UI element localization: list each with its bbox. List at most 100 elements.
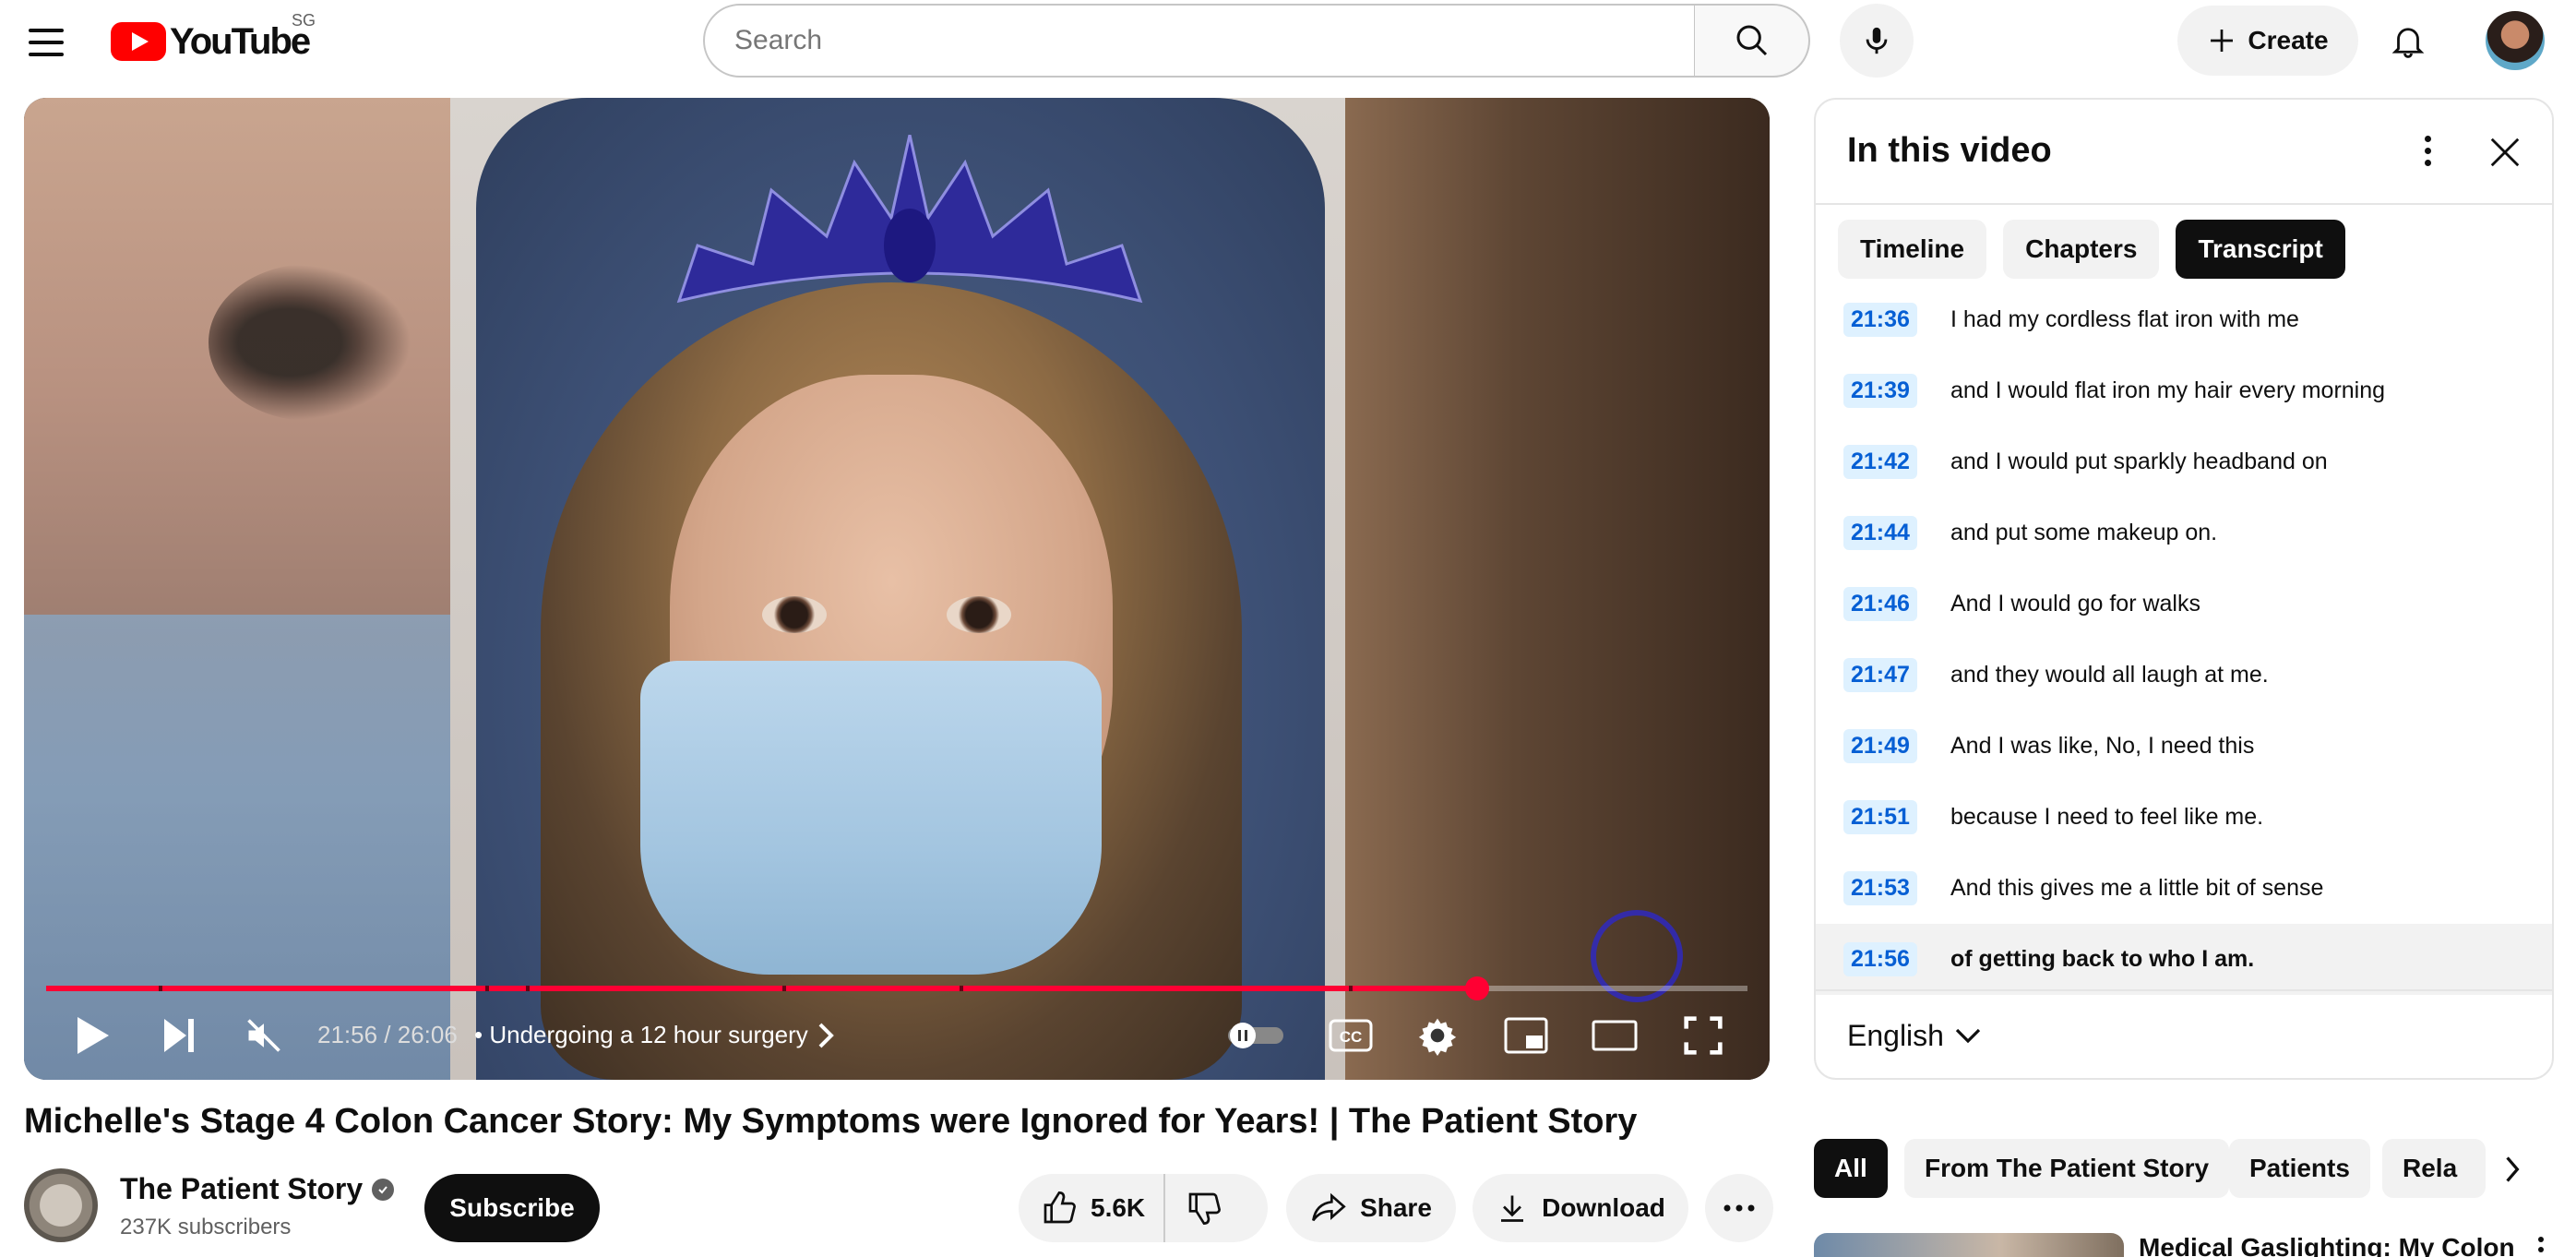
segment-text: and I would put sparkly headband on (1950, 449, 2328, 474)
miniplayer-button[interactable] (1498, 1010, 1554, 1061)
channel-name-link[interactable]: The Patient Story (120, 1172, 395, 1206)
settings-button[interactable] (1410, 1010, 1465, 1061)
segment-timestamp[interactable]: 21:36 (1843, 303, 1917, 337)
play-button[interactable] (66, 1010, 118, 1061)
download-label: Download (1542, 1193, 1665, 1222)
video-frame-right (1345, 98, 1770, 1080)
close-panel-button[interactable] (2478, 126, 2532, 179)
progress-bar[interactable] (46, 976, 1747, 1000)
search-button[interactable] (1694, 4, 1810, 78)
transcript-segment[interactable]: 21:49 And I was like, No, I need this (1816, 711, 2552, 782)
tab-transcript[interactable]: Transcript (2176, 220, 2345, 279)
chevron-right-icon (2506, 1156, 2520, 1182)
more-actions-button[interactable] (1705, 1174, 1773, 1242)
autoplay-toggle[interactable] (1223, 1015, 1288, 1056)
chip-related[interactable]: Rela (2382, 1139, 2486, 1198)
download-icon (1501, 1195, 1524, 1222)
transcript-segment[interactable]: 21:51 because I need to feel like me. (1816, 782, 2552, 853)
youtube-logo[interactable]: YouTube (111, 18, 311, 65)
search-box (703, 4, 1696, 78)
chips-next-button[interactable] (2487, 1144, 2537, 1194)
share-label: Share (1360, 1193, 1432, 1222)
transcript-segment[interactable]: 21:46 And I would go for walks (1816, 569, 2552, 640)
logo-text: YouTube (170, 20, 311, 62)
segment-timestamp[interactable]: 21:39 (1843, 374, 1917, 408)
search-input[interactable] (734, 25, 1694, 56)
transcript-segment[interactable]: 21:42 and I would put sparkly headband o… (1816, 426, 2552, 497)
channel-avatar[interactable] (24, 1168, 98, 1242)
subscribe-button[interactable]: Subscribe (424, 1174, 600, 1242)
time-display: 21:56 / 26:06 (317, 1021, 458, 1048)
segment-timestamp[interactable]: 21:56 (1843, 942, 1917, 976)
segment-text: and I would flat iron my hair every morn… (1950, 377, 2386, 403)
captions-icon: CC (1329, 1019, 1373, 1052)
gear-icon (1418, 1018, 1457, 1056)
theater-mode-button[interactable] (1587, 1010, 1642, 1061)
chapter-title: • Undergoing a 12 hour surgery (474, 1021, 808, 1048)
segment-timestamp[interactable]: 21:49 (1843, 729, 1917, 763)
video-frame-detail (947, 596, 1011, 633)
download-button[interactable]: Download (1473, 1174, 1688, 1242)
youtube-play-icon (111, 22, 166, 61)
transcript-segment[interactable]: 21:44 and put some makeup on. (1816, 497, 2552, 569)
tab-timeline[interactable]: Timeline (1838, 220, 1987, 279)
chip-patients[interactable]: Patients (2229, 1139, 2370, 1198)
transcript-segment-current[interactable]: 21:56 of getting back to who I am. (1816, 924, 2552, 995)
language-label: English (1847, 1019, 1944, 1052)
segment-text: And I would go for walks (1950, 591, 2200, 617)
transcript-segment[interactable]: 21:47 and they would all laugh at me. (1816, 640, 2552, 711)
mute-button[interactable] (238, 1010, 290, 1061)
chapter-marker (960, 986, 963, 991)
chapter-marker (159, 986, 162, 991)
segment-text: because I need to feel like me. (1950, 804, 2264, 830)
like-count: 5.6K (1091, 1193, 1146, 1222)
more-vertical-icon[interactable] (2532, 1237, 2550, 1257)
channel-name: The Patient Story (120, 1172, 364, 1205)
chapter-marker (526, 986, 530, 991)
close-icon (2490, 138, 2520, 167)
segment-timestamp[interactable]: 21:44 (1843, 516, 1917, 550)
chip-all[interactable]: All (1814, 1139, 1888, 1198)
play-icon (78, 1017, 109, 1054)
tab-chapters[interactable]: Chapters (2003, 220, 2160, 279)
create-label: Create (2248, 26, 2329, 54)
like-button[interactable]: 5.6K (1019, 1174, 1166, 1242)
video-player[interactable]: 21:56 / 26:06 • Undergoing a 12 hour sur… (24, 98, 1770, 1080)
notifications-button[interactable] (2384, 17, 2432, 65)
more-horizontal-icon (1723, 1204, 1755, 1212)
progress-scrubber[interactable] (1464, 976, 1489, 1000)
country-code: SG (292, 11, 316, 30)
segment-timestamp[interactable]: 21:42 (1843, 445, 1917, 479)
mic-icon (1866, 27, 1888, 54)
video-frame-detail (209, 264, 411, 421)
chapter-marker (1349, 986, 1353, 991)
recommendation-title[interactable]: Medical Gaslighting: My Colon (2139, 1233, 2515, 1257)
fullscreen-button[interactable] (1676, 1010, 1731, 1061)
svg-text:CC: CC (1340, 1028, 1363, 1046)
segment-timestamp[interactable]: 21:51 (1843, 800, 1917, 834)
recommendation-thumbnail[interactable] (1814, 1233, 2124, 1257)
menu-icon[interactable] (24, 20, 68, 65)
transcript-segment[interactable]: 21:53 And this gives me a little bit of … (1816, 853, 2552, 924)
bell-icon (2391, 28, 2425, 58)
segment-timestamp[interactable]: 21:46 (1843, 587, 1917, 621)
segment-timestamp[interactable]: 21:47 (1843, 658, 1917, 692)
dislike-button[interactable] (1165, 1174, 1243, 1242)
language-selector[interactable]: English (1847, 1019, 1981, 1053)
segment-text: and they would all laugh at me. (1950, 662, 2269, 688)
chapter-title-button[interactable]: • Undergoing a 12 hour surgery (474, 1021, 836, 1049)
search-icon (1736, 25, 1767, 56)
chip-from-channel[interactable]: From The Patient Story (1904, 1139, 2230, 1198)
next-button[interactable] (153, 1010, 205, 1061)
transcript-segment[interactable]: 21:39 and I would flat iron my hair ever… (1816, 355, 2552, 426)
share-button[interactable]: Share (1286, 1174, 1456, 1242)
transcript-segment[interactable]: 21:36 I had my cordless flat iron with m… (1816, 284, 2552, 355)
segment-timestamp[interactable]: 21:53 (1843, 871, 1917, 905)
account-avatar[interactable] (2486, 11, 2545, 70)
create-button[interactable]: Create (2177, 6, 2358, 76)
segment-text: And I was like, No, I need this (1950, 733, 2255, 759)
video-frame-detail (640, 661, 1102, 975)
more-vertical-icon[interactable] (2403, 126, 2452, 175)
voice-search-button[interactable] (1840, 4, 1914, 78)
captions-button[interactable]: CC (1323, 1012, 1378, 1059)
